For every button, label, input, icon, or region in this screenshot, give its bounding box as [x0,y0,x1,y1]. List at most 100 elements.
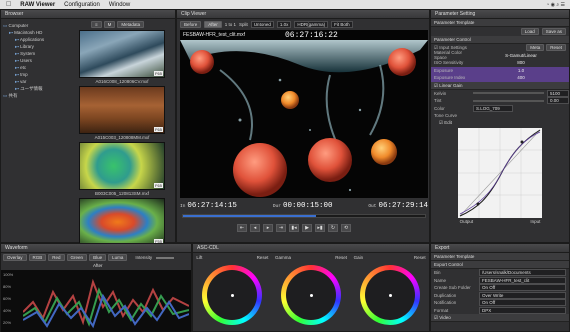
export-value[interactable]: /Users/snalk/Documents [479,269,566,277]
tint-value[interactable]: 0.00 [547,97,569,105]
export-value[interactable]: DPX [479,306,566,314]
video-section[interactable]: ☑ Video [431,314,569,322]
transport-button-1[interactable]: ◂ [250,224,260,232]
menu-configuration[interactable]: Configuration [64,2,100,8]
waveform-display: 100% 80% 60% 40% 20% [1,270,191,332]
tab-after[interactable]: After [204,21,222,28]
color-wheel[interactable] [280,265,341,325]
tree-item[interactable]: ▸▪ Macintosh HD [3,29,87,36]
thumb-image-waterfall[interactable]: F65 [79,30,165,78]
menu-app[interactable]: RAW Viewer [20,2,55,8]
waveform-tab-green[interactable]: Green [66,254,88,261]
tree-item[interactable]: ▸▪ ユーザ情報 [3,85,87,92]
tone-curve-graph[interactable] [458,128,542,218]
export-key: Bin [434,270,441,276]
fit-dropdown[interactable]: Fit Both [331,21,353,28]
thumb-image-lizard[interactable]: F55 [79,198,165,246]
tree-item[interactable]: ▸▪ Users [3,57,87,64]
thumb-view-button[interactable]: M [103,21,116,28]
color-wheel[interactable] [202,265,263,325]
menu-window[interactable]: Window [109,2,130,8]
meta-button[interactable]: Meta [526,44,545,52]
waveform-tab-blue[interactable]: Blue [89,254,107,261]
load-button[interactable]: Load [520,28,539,35]
clip-viewer-panel: Clip Viewer Before After 1 to 1 Split Un… [176,9,430,243]
tone-dropdown[interactable]: Untoned [250,21,274,28]
tab-split[interactable]: Split [239,22,248,27]
out-timecode[interactable]: 06:27:29:14 [378,202,428,210]
clip-thumbnail[interactable]: F65 A015C003_120808MM.mxf [79,86,165,142]
current-timecode: 06:27:16:22 [285,31,338,40]
video-frame[interactable]: FESBAW-HFR_test_clit.mxf 06:27:16:22 [180,30,428,198]
transport-button-7[interactable]: ↻ [328,224,338,232]
transport-button-3[interactable]: ⇥ [276,224,286,232]
thumb-image-chameleon[interactable]: F65 [79,142,165,190]
apple-icon[interactable]:  [6,1,11,8]
export-template-section[interactable]: Parameter Template [431,253,569,261]
save-as-button[interactable]: Save as [541,28,566,35]
tree-item[interactable]: ▸▪ System [3,50,87,57]
param-value[interactable]: S-Gamut/Linear [473,53,569,58]
tree-item-label: Library [20,44,34,49]
linear-gain-section[interactable]: ☑ Linear Gain [431,81,569,90]
waveform-tab-overlay[interactable]: Overlay [3,254,27,261]
export-value[interactable]: FESBAW-HFR_test_clit [479,276,566,284]
wheel-reset-button[interactable]: Reset [414,255,426,263]
tab-1to1[interactable]: 1 to 1 [225,22,236,27]
wheel-handle[interactable] [388,294,392,297]
metadata-tab[interactable]: Metadata [117,21,145,28]
export-value[interactable]: On Off [479,284,566,292]
kelvin-value[interactable]: 5100 [547,89,569,97]
waveform-scale-label: 40% [3,308,12,313]
param-control-section[interactable]: Parameter Control [431,36,569,44]
clip-thumbnail[interactable]: F65 B003C005_120813SM.mxf [79,142,165,198]
param-template-section[interactable]: Parameter Template [431,19,569,27]
export-value[interactable]: Over Write [479,291,566,299]
export-row: Name FESBAW-HFR_test_clit [431,276,569,285]
tree-item[interactable]: ▸▪ etc [3,64,87,71]
tree-item[interactable]: ▸▪ var [3,78,87,85]
edit-check[interactable]: ☑ Edit [439,120,452,126]
param-value[interactable]: 800 [473,60,569,65]
list-view-button[interactable]: ≡ [91,21,102,28]
waveform-tab-red[interactable]: Red [48,254,65,261]
intensity-slider[interactable] [156,256,175,259]
tree-item[interactable]: ▸▪ tmp [3,71,87,78]
tree-item[interactable]: ▸▪ Applications [3,36,87,43]
tab-before[interactable]: Before [180,21,202,28]
color-dropdown[interactable]: S.LOG_709 [473,104,513,112]
transport-button-6[interactable]: ▸▮ [315,224,325,232]
transport-button-5[interactable]: ▶ [302,224,312,232]
gamma-dropdown[interactable]: HDR(gamma) [294,21,329,28]
status-icons: ◔ ◉ ⌕ ☰ [546,1,565,8]
export-value[interactable]: On Off [479,299,566,307]
transport-button-8[interactable]: ⟲ [341,224,351,232]
waveform-tab-luma[interactable]: Luma [108,254,128,261]
wheel-handle[interactable] [309,294,313,297]
transport-button-0[interactable]: ⇤ [237,224,247,232]
export-control-section[interactable]: Export Control [431,261,569,269]
tree-item-label: var [20,79,27,84]
tree-item[interactable]: ▭ 共有 [3,92,87,99]
wheel-reset-button[interactable]: Reset [257,255,269,263]
timeline-scrubber[interactable] [182,214,426,218]
transport-button-4[interactable]: ▮◂ [289,224,299,232]
folder-tree: ▭ Computer ▸▪ Macintosh HD ▸▪ Applications… [3,22,87,99]
param-value[interactable]: 400 [473,75,569,80]
clip-thumbnail[interactable]: F65 A016C008_120806CV.mxf [79,30,165,86]
in-timecode[interactable]: 06:27:14:15 [187,202,237,210]
transport-button-2[interactable]: ▸ [263,224,273,232]
tint-slider[interactable] [473,99,544,102]
thumb-image-rocks[interactable]: F65 [79,86,165,134]
color-wheels: Lift Reset Gamma Reset Gain Reset [193,253,429,325]
waveform-tab-rgb[interactable]: RGB [28,254,47,261]
tree-item[interactable]: ▸▪ Library [3,43,87,50]
color-wheel[interactable] [359,265,420,325]
kelvin-slider[interactable] [473,92,544,95]
reset-button[interactable]: Reset [546,44,566,52]
wheel-reset-button[interactable]: Reset [335,255,347,263]
zoom-dropdown[interactable]: 1.0x [276,21,292,28]
menu-bar:  RAW Viewer Configuration Window ◔ ◉ ⌕ … [0,0,570,9]
param-value[interactable]: 1.0 [473,68,569,73]
tree-item[interactable]: ▭ Computer [3,22,87,29]
